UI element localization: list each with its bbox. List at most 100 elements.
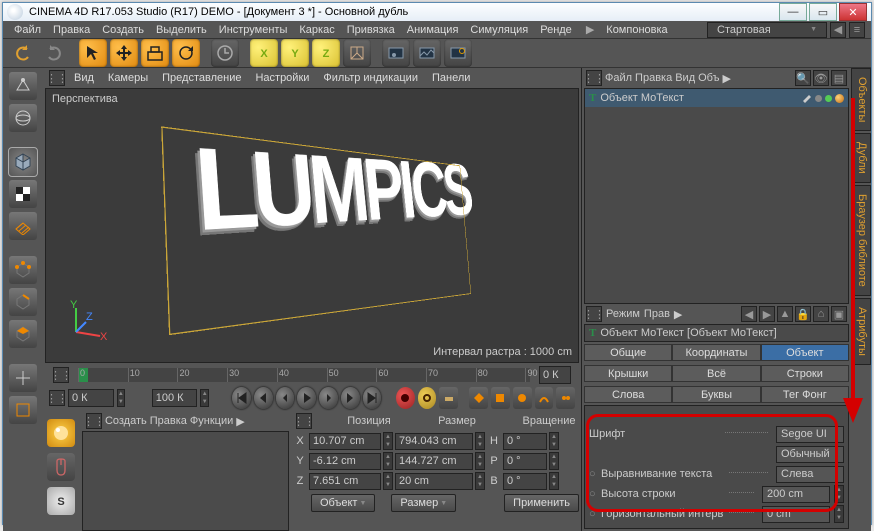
vtab-attributes[interactable]: Атрибуты — [851, 298, 871, 365]
material-manager-body[interactable] — [82, 431, 289, 531]
anim-dot-icon[interactable]: ○ — [589, 508, 597, 520]
frame-start-field[interactable]: 0 К — [68, 389, 114, 407]
mm-menu-create[interactable]: Создать — [105, 415, 147, 427]
scale-tool[interactable] — [141, 39, 169, 67]
layout-menu-button[interactable]: ≡ — [849, 22, 865, 38]
attr-lock-icon[interactable]: 🔒 — [795, 306, 811, 322]
record-button[interactable] — [396, 387, 415, 409]
autokey-button[interactable] — [418, 387, 437, 409]
om-eye-icon[interactable]: 👁 — [813, 70, 829, 86]
size-x-field[interactable]: 794.043 cm — [395, 433, 473, 450]
tab-basic[interactable]: Общие — [584, 344, 672, 361]
frame-end-spinner[interactable]: ▲▼ — [200, 389, 209, 407]
vp-menu-display[interactable]: Представление — [157, 70, 246, 86]
viewport-grip-icon[interactable]: ⋮⋮ — [49, 70, 65, 86]
mouse-mode-button[interactable] — [47, 453, 75, 481]
mm-menu-edit[interactable]: Правка — [150, 415, 187, 427]
tab-lines[interactable]: Строки — [761, 365, 849, 382]
menu-tools[interactable]: Инструменты — [214, 22, 293, 38]
size-z-field[interactable]: 20 cm — [395, 473, 473, 490]
mm-menu-func[interactable]: Функции — [190, 415, 233, 427]
vp-menu-panels[interactable]: Панели — [427, 70, 475, 86]
menu-file[interactable]: Файл — [9, 22, 46, 38]
spinner[interactable]: ▲▼ — [475, 452, 485, 470]
spinner[interactable]: ▲▼ — [834, 485, 844, 503]
keyframe-sel-button[interactable] — [439, 387, 458, 409]
tab-caps[interactable]: Крышки — [584, 365, 672, 382]
spinner[interactable]: ▲▼ — [549, 472, 559, 490]
vtab-objects[interactable]: Объекты — [851, 68, 871, 131]
goto-end-button[interactable] — [363, 387, 382, 409]
rot-h-field[interactable]: 0 ° — [503, 433, 547, 450]
tab-words[interactable]: Слова — [584, 386, 672, 403]
phong-tag-icon[interactable] — [835, 94, 844, 103]
texture-mode-button[interactable] — [9, 180, 37, 208]
axis-toggle-button[interactable] — [9, 364, 37, 392]
edge-mode-button[interactable] — [9, 288, 37, 316]
spinner[interactable]: ▲▼ — [475, 432, 485, 450]
anim-dot-icon[interactable]: ○ — [589, 488, 597, 500]
layer-edit-icon[interactable] — [802, 93, 812, 103]
layout-selector[interactable]: Стартовая ▼ — [707, 22, 827, 38]
workplane-mode-button[interactable] — [9, 212, 37, 240]
history-button[interactable] — [211, 39, 239, 67]
frame-end-field[interactable]: 100 К — [152, 389, 198, 407]
key-scale-button[interactable] — [491, 387, 510, 409]
spinner[interactable]: ▲▼ — [383, 452, 393, 470]
key-rot-button[interactable] — [513, 387, 532, 409]
size-y-field[interactable]: 144.727 cm — [395, 453, 473, 470]
om-menu-view[interactable]: Вид — [675, 72, 695, 84]
point-mode-button[interactable] — [9, 256, 37, 284]
visibility-render-dot[interactable] — [825, 95, 832, 102]
menu-overflow-icon[interactable]: ▶ — [236, 415, 244, 428]
apply-button[interactable]: Применить — [504, 494, 579, 512]
axis-y-toggle[interactable]: Y — [281, 39, 309, 67]
tab-object[interactable]: Объект — [761, 344, 849, 361]
vtab-takes[interactable]: Дубли — [851, 133, 871, 183]
menu-simulation[interactable]: Симуляция — [465, 22, 533, 38]
viewport-perspective[interactable]: Перспектива LUMPICS Y X Z Интервал растр… — [45, 88, 579, 363]
move-tool[interactable] — [110, 39, 138, 67]
om-item-motext[interactable]: T Объект МоТекст — [585, 89, 848, 107]
timeline-track[interactable]: 0 10 20 30 40 50 60 70 80 90 — [78, 368, 530, 382]
anim-dot-icon[interactable]: ○ — [589, 468, 597, 480]
visibility-editor-dot[interactable] — [815, 95, 822, 102]
prev-frame-button[interactable] — [276, 387, 295, 409]
key-param-button[interactable] — [535, 387, 554, 409]
height-field[interactable]: 200 cm — [762, 486, 830, 503]
grip-icon[interactable]: ⋮⋮ — [86, 413, 102, 429]
vtab-browser[interactable]: Браузер библиоте — [851, 185, 871, 296]
menu-edit[interactable]: Правка — [48, 22, 95, 38]
attr-new-icon[interactable]: ▣ — [831, 306, 847, 322]
rot-b-field[interactable]: 0 ° — [503, 473, 547, 490]
prev-key-button[interactable] — [254, 387, 273, 409]
undo-button[interactable] — [9, 39, 37, 67]
om-filter-icon[interactable]: ▤ — [831, 70, 847, 86]
grip-icon[interactable]: ⋮⋮ — [586, 70, 602, 86]
tab-all[interactable]: Всё — [672, 365, 760, 382]
close-button[interactable]: ✕ — [839, 3, 867, 21]
render-picture-button[interactable] — [413, 39, 441, 67]
menu-animation[interactable]: Анимация — [402, 22, 464, 38]
redo-button[interactable] — [40, 39, 68, 67]
tab-coord[interactable]: Координаты — [672, 344, 760, 361]
om-menu-edit[interactable]: Правка — [635, 72, 672, 84]
axis-z-toggle[interactable]: Z — [312, 39, 340, 67]
attr-home-icon[interactable]: ⌂ — [813, 306, 829, 322]
viewport-solo-button[interactable] — [9, 396, 37, 424]
minimize-button[interactable]: — — [779, 3, 807, 21]
pos-z-field[interactable]: 7.651 cm — [309, 473, 381, 490]
render-settings-button[interactable] — [444, 39, 472, 67]
tab-phong[interactable]: Тег Фонг — [761, 386, 849, 403]
menu-overflow-icon[interactable]: ▶ — [581, 21, 599, 38]
grip-icon[interactable]: ⋮⋮ — [296, 413, 312, 429]
timeline-grip-icon[interactable]: ⋮⋮ — [49, 390, 65, 406]
menu-snap[interactable]: Привязка — [342, 22, 400, 38]
key-pos-button[interactable] — [469, 387, 488, 409]
play-button[interactable] — [297, 387, 316, 409]
menu-compositing[interactable]: Компоновка — [601, 22, 672, 38]
spinner[interactable]: ▲▼ — [549, 452, 559, 470]
key-pla-button[interactable] — [556, 387, 575, 409]
rotate-tool[interactable] — [172, 39, 200, 67]
vp-menu-options[interactable]: Настройки — [250, 70, 314, 86]
